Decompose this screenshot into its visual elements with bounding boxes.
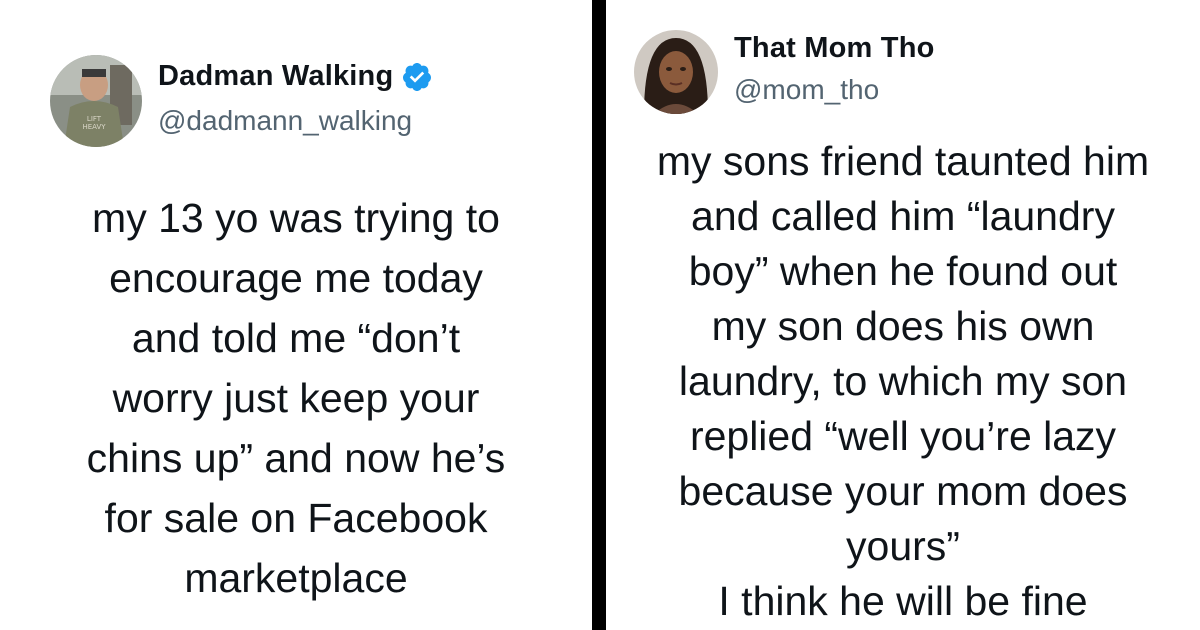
- verified-badge-icon: [403, 62, 432, 91]
- author-name[interactable]: Dadman Walking: [158, 60, 433, 93]
- avatar[interactable]: LIFT HEAVY: [50, 55, 142, 147]
- svg-text:HEAVY: HEAVY: [82, 123, 106, 131]
- tweet-text: my 13 yo was trying to encourage me toda…: [86, 195, 506, 601]
- author-handle[interactable]: @mom_tho: [734, 74, 879, 106]
- profile-photo-icon: [634, 30, 718, 114]
- right-tweet-card: That Mom Tho @mom_tho my sons friend tau…: [606, 0, 1200, 630]
- author-name-label: That Mom Tho: [734, 32, 935, 64]
- author-name-label: Dadman Walking: [158, 60, 394, 92]
- panel-divider: [592, 0, 606, 630]
- avatar[interactable]: [634, 30, 718, 114]
- tweet-text: my sons friend taunted him and called hi…: [656, 138, 1150, 624]
- svg-text:LIFT: LIFT: [87, 115, 102, 123]
- left-tweet-card: LIFT HEAVY Dadman Walking @dadmann_walki…: [0, 0, 592, 630]
- author-name[interactable]: That Mom Tho: [734, 32, 935, 65]
- profile-photo-icon: LIFT HEAVY: [50, 55, 142, 147]
- author-handle[interactable]: @dadmann_walking: [158, 105, 412, 137]
